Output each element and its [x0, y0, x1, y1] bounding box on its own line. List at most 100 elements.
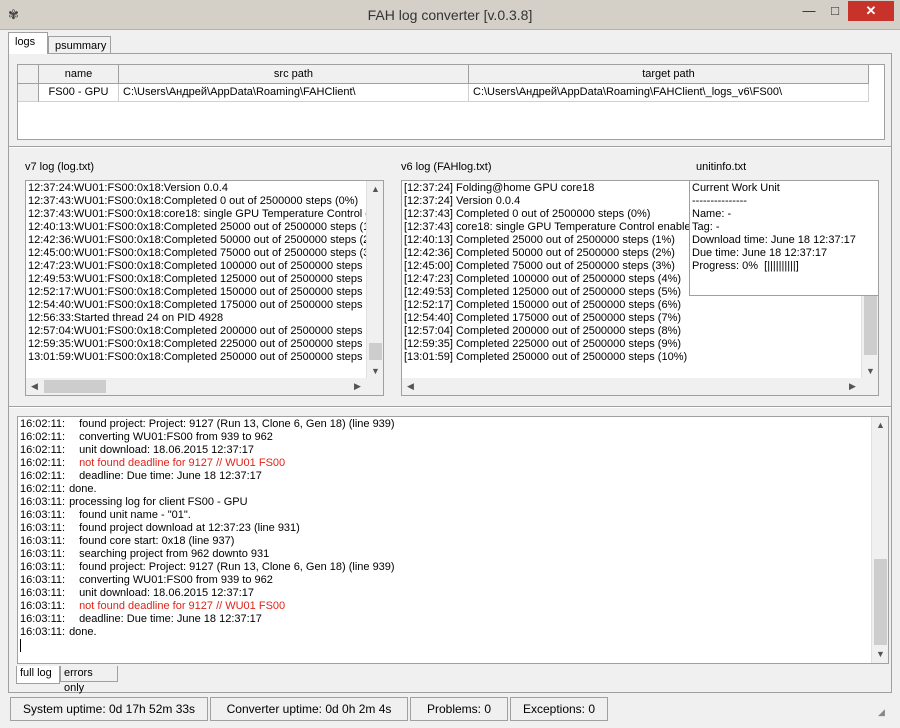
divider	[9, 146, 891, 148]
log-line: 16:02:11: not found deadline for 9127 // …	[20, 457, 395, 470]
log-line: [12:47:23] Completed 100000 out of 25000…	[404, 273, 682, 285]
log-message: unit download: 18.06.2015 12:37:17	[79, 587, 254, 599]
log-message: deadline: Due time: June 18 12:37:17	[79, 470, 262, 482]
log-message: unit download: 18.06.2015 12:37:17	[79, 444, 254, 456]
log-line: 12:56:33:Started thread 24 on PID 4928	[28, 312, 224, 324]
log-line: 16:03:11: converting WU01:FS00 from 939 t…	[20, 574, 395, 587]
v7-log-box[interactable]: 12:37:24:WU01:FS00:0x18:Version 0.0.4 12:…	[25, 180, 384, 396]
log-line: Due time: June 18 12:37:17	[692, 247, 828, 259]
scroll-left-icon[interactable]: ◀	[26, 378, 43, 395]
minimize-icon: —	[802, 3, 816, 18]
log-line: [12:52:17] Completed 150000 out of 25000…	[404, 299, 682, 311]
table-cell-target-path[interactable]: C:\Users\Андрей\AppData\Roaming\FAHClien…	[469, 84, 869, 102]
log-timestamp: 16:02:11:	[20, 483, 66, 495]
title-bar: ✾ FAH log converter [v.0.3.8] — □ ✕	[0, 0, 900, 30]
log-timestamp: 16:03:11:	[20, 574, 66, 586]
maximize-button[interactable]: □	[822, 1, 848, 21]
clients-table[interactable]: name src path target path FS00 - GPU C:\…	[17, 64, 885, 140]
log-line: 12:37:43:WU01:FS00:0x18:Completed 0 out …	[28, 195, 359, 207]
log-line: 16:03:11: processing log for client FS00 …	[20, 496, 395, 509]
tab-logs[interactable]: logs	[8, 32, 48, 54]
log-line: [12:45:00] Completed 75000 out of 250000…	[404, 260, 675, 272]
full-log-box[interactable]: 16:02:11: found project: Project: 9127 (R…	[17, 416, 889, 664]
text-cursor	[20, 639, 21, 652]
log-timestamp: 16:03:11:	[20, 587, 66, 599]
v7-log-label: v7 log (log.txt)	[25, 161, 95, 173]
table-cell-src-path[interactable]: C:\Users\Андрей\AppData\Roaming\FAHClien…	[119, 84, 469, 102]
log-timestamp: 16:03:11:	[20, 548, 66, 560]
log-line: [12:37:43] core18: single GPU Temperatur…	[404, 221, 700, 233]
log-message: found project download at 12:37:23 (line…	[79, 522, 300, 534]
tab-errors-only[interactable]: errors only	[60, 666, 118, 694]
log-line: 12:59:35:WU01:FS00:0x18:Completed 225000…	[28, 338, 376, 350]
full-log-text: 16:02:11: found project: Project: 9127 (R…	[20, 418, 395, 652]
log-line: 16:02:11: found project: Project: 9127 (R…	[20, 418, 395, 431]
log-line: 16:03:11: deadline: Due time: June 18 12:…	[20, 613, 395, 626]
v7-horizontal-scrollbar[interactable]: ◀ ▶	[26, 378, 383, 395]
log-line: [12:40:13] Completed 25000 out of 250000…	[404, 234, 675, 246]
log-line: [13:01:59] Completed 250000 out of 25000…	[404, 351, 688, 363]
log-line: 12:49:53:WU01:FS00:0x18:Completed 125000…	[28, 273, 376, 285]
scroll-thumb[interactable]	[864, 295, 877, 355]
log-line: [12:59:35] Completed 225000 out of 25000…	[404, 338, 682, 350]
full-log-vertical-scrollbar[interactable]: ▲ ▼	[871, 417, 888, 663]
unitinfo-text: Current Work Unit --------------- Name: -T…	[692, 182, 856, 273]
row-indicator[interactable]	[18, 84, 39, 102]
log-message: processing log for client FS00 - GPU	[69, 496, 248, 508]
status-bar: System uptime: 0d 17h 52m 33s Converter …	[8, 697, 892, 721]
scroll-right-icon[interactable]: ▶	[349, 378, 366, 395]
log-message: found core start: 0x18 (line 937)	[79, 535, 235, 547]
log-timestamp: 16:02:11:	[20, 457, 66, 469]
log-timestamp: 16:02:11:	[20, 431, 66, 443]
log-message: converting WU01:FS00 from 939 to 962	[79, 431, 273, 443]
resize-grip-icon[interactable]: ◢	[878, 707, 888, 717]
v7-log-text: 12:37:24:WU01:FS00:0x18:Version 0.0.4 12:…	[28, 182, 379, 364]
log-line: 16:03:11: searching project from 962 down…	[20, 548, 395, 561]
log-line: [12:42:36] Completed 50000 out of 250000…	[404, 247, 675, 259]
unitinfo-label: unitinfo.txt	[696, 161, 747, 173]
maximize-icon: □	[831, 3, 839, 18]
close-icon: ✕	[865, 3, 877, 18]
scroll-thumb[interactable]	[874, 559, 887, 645]
scroll-up-icon[interactable]: ▲	[367, 181, 383, 198]
v6-log-label: v6 log (FAHlog.txt)	[401, 161, 492, 173]
log-message: deadline: Due time: June 18 12:37:17	[79, 613, 262, 625]
log-message: found unit name - "01".	[79, 509, 191, 521]
log-line: 12:42:36:WU01:FS00:0x18:Completed 50000 …	[28, 234, 380, 246]
log-line: 12:37:43:WU01:FS00:0x18:core18: single G…	[28, 208, 378, 220]
log-timestamp: 16:02:11:	[20, 470, 66, 482]
scroll-down-icon[interactable]: ▼	[872, 646, 888, 663]
scroll-left-icon[interactable]: ◀	[402, 378, 419, 395]
log-timestamp: 16:02:11:	[20, 418, 66, 430]
log-message: not found deadline for 9127 // WU01 FS00	[79, 457, 286, 469]
tab-psummary[interactable]: psummary	[48, 36, 111, 54]
minimize-button[interactable]: —	[796, 1, 822, 21]
log-timestamp: 16:03:11:	[20, 522, 66, 534]
log-line: Progress: 0% [||||||||||]	[692, 260, 799, 272]
v7-vertical-scrollbar[interactable]: ▲ ▼	[366, 181, 383, 380]
scroll-right-icon[interactable]: ▶	[844, 378, 861, 395]
table-cell-name[interactable]: FS00 - GPU	[39, 84, 119, 102]
unitinfo-box[interactable]: Current Work Unit --------------- Name: -T…	[689, 180, 879, 296]
scroll-up-icon[interactable]: ▲	[872, 417, 888, 434]
column-header-target-path[interactable]: target path	[469, 65, 869, 84]
log-line: 16:03:11: done.	[20, 626, 395, 639]
v6-log-text: [12:37:24] Folding@home GPU core18 [12:37…	[404, 182, 700, 364]
log-line: Tag: -	[692, 221, 720, 233]
log-line: 12:52:17:WU01:FS00:0x18:Completed 150000…	[28, 286, 376, 298]
log-line: [12:54:40] Completed 175000 out of 25000…	[404, 312, 682, 324]
close-button[interactable]: ✕	[848, 1, 894, 21]
log-line: 12:40:13:WU01:FS00:0x18:Completed 25000 …	[28, 221, 380, 233]
column-header-name[interactable]: name	[39, 65, 119, 84]
scroll-thumb[interactable]	[44, 380, 106, 393]
scroll-thumb[interactable]	[369, 343, 382, 360]
logs-page: name src path target path FS00 - GPU C:\…	[8, 53, 892, 693]
log-timestamp: 16:03:11:	[20, 626, 66, 638]
log-line: 16:03:11: found core start: 0x18 (line 93…	[20, 535, 395, 548]
tab-full-log[interactable]: full log	[16, 666, 60, 684]
v6-horizontal-scrollbar[interactable]: ◀ ▶	[402, 378, 878, 395]
log-line: 16:02:11: deadline: Due time: June 18 12:…	[20, 470, 395, 483]
log-timestamp: 16:03:11:	[20, 535, 66, 547]
log-line: [12:37:24] Version 0.0.4	[404, 195, 521, 207]
column-header-src-path[interactable]: src path	[119, 65, 469, 84]
